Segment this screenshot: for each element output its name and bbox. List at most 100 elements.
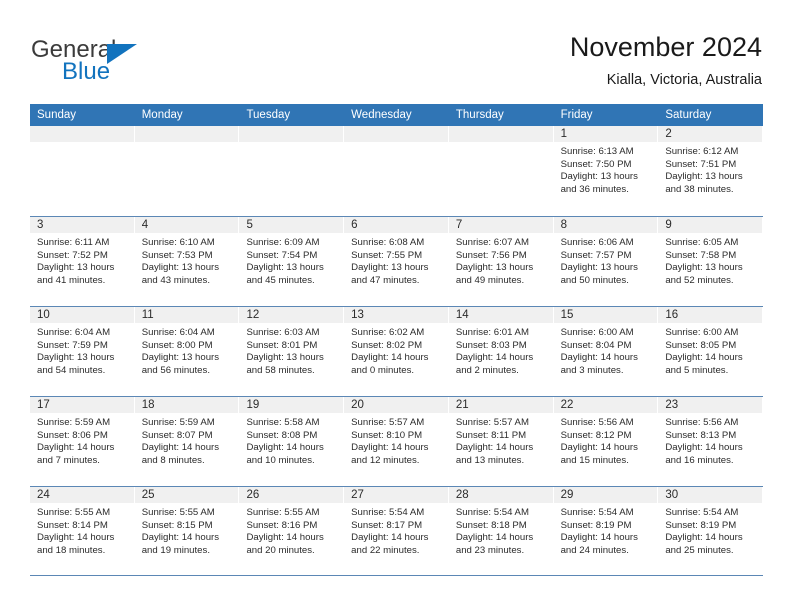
sunrise-text: Sunrise: 6:08 AM xyxy=(351,237,425,248)
day-cell[interactable]: 23 Sunrise: 5:56 AM Sunset: 8:13 PM Dayl… xyxy=(658,397,764,486)
daylight-text: Daylight: 14 hours and 2 minutes. xyxy=(455,352,534,376)
day-number: 15 xyxy=(560,309,574,321)
sunset-text: Sunset: 8:02 PM xyxy=(351,339,423,351)
day-cell[interactable]: 26 Sunrise: 5:55 AM Sunset: 8:16 PM Dayl… xyxy=(239,487,345,575)
day-number: 11 xyxy=(141,309,154,321)
sunset-text: Sunset: 8:16 PM xyxy=(246,519,318,531)
day-cell[interactable]: 22 Sunrise: 5:56 AM Sunset: 8:12 PM Dayl… xyxy=(553,397,659,486)
day-cell[interactable]: 12 Sunrise: 6:03 AM Sunset: 8:01 PM Dayl… xyxy=(239,307,345,396)
week-row: 24 Sunrise: 5:55 AM Sunset: 8:14 PM Dayl… xyxy=(30,486,764,576)
day-cell[interactable]: 1 Sunrise: 6:13 AM Sunset: 7:50 PM Dayli… xyxy=(553,126,659,216)
weekday-monday: Monday xyxy=(141,109,183,121)
sunset-text: Sunset: 8:05 PM xyxy=(665,339,737,351)
sunrise-text: Sunrise: 6:00 AM xyxy=(560,327,634,338)
day-cell[interactable]: 6 Sunrise: 6:08 AM Sunset: 7:55 PM Dayli… xyxy=(344,217,449,306)
daylight-text: Daylight: 14 hours and 10 minutes. xyxy=(246,442,324,466)
sunset-text: Sunset: 8:06 PM xyxy=(37,429,108,441)
day-number: 5 xyxy=(246,219,253,231)
daylight-text: Daylight: 13 hours and 58 minutes. xyxy=(246,352,324,376)
day-cell[interactable]: 24 Sunrise: 5:55 AM Sunset: 8:14 PM Dayl… xyxy=(30,487,135,575)
day-cell[interactable]: 9 Sunrise: 6:05 AM Sunset: 7:58 PM Dayli… xyxy=(658,217,764,306)
daylight-text: Daylight: 13 hours and 50 minutes. xyxy=(560,262,638,286)
sunset-text: Sunset: 8:13 PM xyxy=(665,429,737,441)
day-number: 3 xyxy=(37,219,44,231)
page-header: General Blue November 2024 Kialla, Victo… xyxy=(0,0,792,104)
day-cell[interactable]: 15 Sunrise: 6:00 AM Sunset: 8:04 PM Dayl… xyxy=(553,307,659,396)
daylight-text: Daylight: 13 hours and 45 minutes. xyxy=(246,262,324,286)
day-cell[interactable]: 29 Sunrise: 5:54 AM Sunset: 8:19 PM Dayl… xyxy=(553,487,659,575)
day-number-band: 13 xyxy=(344,307,449,323)
daylight-text: Daylight: 14 hours and 8 minutes. xyxy=(141,442,220,466)
day-cell[interactable]: 7 Sunrise: 6:07 AM Sunset: 7:56 PM Dayli… xyxy=(448,217,554,306)
day-number-band: 6 xyxy=(344,217,449,233)
day-info: Sunrise: 5:58 AM Sunset: 8:08 PM Dayligh… xyxy=(239,413,344,467)
day-cell[interactable]: 18 Sunrise: 5:59 AM Sunset: 8:07 PM Dayl… xyxy=(134,397,240,486)
day-cell[interactable]: 16 Sunrise: 6:00 AM Sunset: 8:05 PM Dayl… xyxy=(658,307,764,396)
day-info: Sunrise: 5:55 AM Sunset: 8:15 PM Dayligh… xyxy=(135,503,240,557)
day-number: 20 xyxy=(351,399,364,411)
day-number-band: 25 xyxy=(134,487,240,503)
daylight-text: Daylight: 14 hours and 12 minutes. xyxy=(351,442,429,466)
day-cell[interactable]: 11 Sunrise: 6:04 AM Sunset: 8:00 PM Dayl… xyxy=(134,307,240,396)
day-cell[interactable]: 5 Sunrise: 6:09 AM Sunset: 7:54 PM Dayli… xyxy=(239,217,345,306)
day-info: Sunrise: 6:05 AM Sunset: 7:58 PM Dayligh… xyxy=(658,233,763,287)
day-cell xyxy=(30,126,135,216)
day-number-band: 17 xyxy=(30,397,135,413)
daylight-text: Daylight: 14 hours and 22 minutes. xyxy=(351,532,429,556)
day-cell[interactable]: 27 Sunrise: 5:54 AM Sunset: 8:17 PM Dayl… xyxy=(344,487,449,575)
title-block: November 2024 Kialla, Victoria, Australi… xyxy=(570,30,762,91)
sunrise-text: Sunrise: 5:59 AM xyxy=(37,417,111,428)
sunrise-text: Sunrise: 5:56 AM xyxy=(665,417,739,428)
week-row: 17 Sunrise: 5:59 AM Sunset: 8:06 PM Dayl… xyxy=(30,396,764,486)
day-cell[interactable]: 20 Sunrise: 5:57 AM Sunset: 8:10 PM Dayl… xyxy=(344,397,449,486)
day-cell[interactable]: 21 Sunrise: 5:57 AM Sunset: 8:11 PM Dayl… xyxy=(448,397,554,486)
generalblue-logo[interactable]: General Blue xyxy=(31,36,221,88)
day-number-band: 16 xyxy=(658,307,764,323)
day-info: Sunrise: 5:59 AM Sunset: 8:07 PM Dayligh… xyxy=(135,413,240,467)
day-number: 7 xyxy=(455,219,463,231)
weekday-sunday: Sunday xyxy=(37,109,77,121)
sunrise-text: Sunrise: 5:54 AM xyxy=(351,507,425,518)
day-cell[interactable]: 4 Sunrise: 6:10 AM Sunset: 7:53 PM Dayli… xyxy=(134,217,240,306)
daylight-text: Daylight: 14 hours and 15 minutes. xyxy=(560,442,638,466)
day-number-band: 28 xyxy=(448,487,554,503)
day-cell[interactable]: 13 Sunrise: 6:02 AM Sunset: 8:02 PM Dayl… xyxy=(344,307,449,396)
weekday-header-row: Sunday Monday Tuesday Wednesday Thursday… xyxy=(30,104,763,126)
sunrise-text: Sunrise: 5:55 AM xyxy=(246,507,320,518)
sunrise-text: Sunrise: 6:11 AM xyxy=(37,237,110,248)
daylight-text: Daylight: 13 hours and 36 minutes. xyxy=(560,171,638,195)
day-cell[interactable]: 28 Sunrise: 5:54 AM Sunset: 8:18 PM Dayl… xyxy=(448,487,554,575)
daylight-text: Daylight: 14 hours and 23 minutes. xyxy=(455,532,534,556)
day-number-band: 22 xyxy=(553,397,659,413)
day-number-band xyxy=(448,126,554,142)
sunrise-text: Sunrise: 5:57 AM xyxy=(455,417,529,428)
page-subtitle: Kialla, Victoria, Australia xyxy=(606,72,762,88)
day-cell[interactable]: 25 Sunrise: 5:55 AM Sunset: 8:15 PM Dayl… xyxy=(134,487,240,575)
daylight-text: Daylight: 13 hours and 47 minutes. xyxy=(351,262,429,286)
daylight-text: Daylight: 14 hours and 13 minutes. xyxy=(455,442,534,466)
day-cell[interactable]: 19 Sunrise: 5:58 AM Sunset: 8:08 PM Dayl… xyxy=(239,397,345,486)
day-cell[interactable]: 2 Sunrise: 6:12 AM Sunset: 7:51 PM Dayli… xyxy=(658,126,764,216)
day-cell[interactable]: 30 Sunrise: 5:54 AM Sunset: 8:19 PM Dayl… xyxy=(658,487,764,575)
sunrise-text: Sunrise: 5:57 AM xyxy=(351,417,425,428)
day-cell[interactable]: 17 Sunrise: 5:59 AM Sunset: 8:06 PM Dayl… xyxy=(30,397,135,486)
day-info: Sunrise: 6:07 AM Sunset: 7:56 PM Dayligh… xyxy=(449,233,554,287)
day-cell[interactable]: 8 Sunrise: 6:06 AM Sunset: 7:57 PM Dayli… xyxy=(553,217,659,306)
day-number-band: 26 xyxy=(239,487,345,503)
sunrise-text: Sunrise: 6:04 AM xyxy=(37,327,111,338)
day-info: Sunrise: 6:08 AM Sunset: 7:55 PM Dayligh… xyxy=(344,233,449,287)
day-number-band: 15 xyxy=(553,307,659,323)
day-cell[interactable]: 14 Sunrise: 6:01 AM Sunset: 8:03 PM Dayl… xyxy=(448,307,554,396)
day-number: 4 xyxy=(141,219,149,231)
day-cell xyxy=(448,126,554,216)
day-cell xyxy=(344,126,449,216)
day-info: Sunrise: 6:10 AM Sunset: 7:53 PM Dayligh… xyxy=(135,233,240,287)
day-number: 9 xyxy=(665,219,672,231)
sunset-text: Sunset: 8:18 PM xyxy=(455,519,527,531)
logo-triangle-icon xyxy=(107,44,137,64)
daylight-text: Daylight: 14 hours and 24 minutes. xyxy=(560,532,638,556)
day-cell[interactable]: 3 Sunrise: 6:11 AM Sunset: 7:52 PM Dayli… xyxy=(30,217,135,306)
day-info: Sunrise: 5:54 AM Sunset: 8:17 PM Dayligh… xyxy=(344,503,449,557)
sunset-text: Sunset: 8:08 PM xyxy=(246,429,318,441)
day-cell[interactable]: 10 Sunrise: 6:04 AM Sunset: 7:59 PM Dayl… xyxy=(30,307,135,396)
